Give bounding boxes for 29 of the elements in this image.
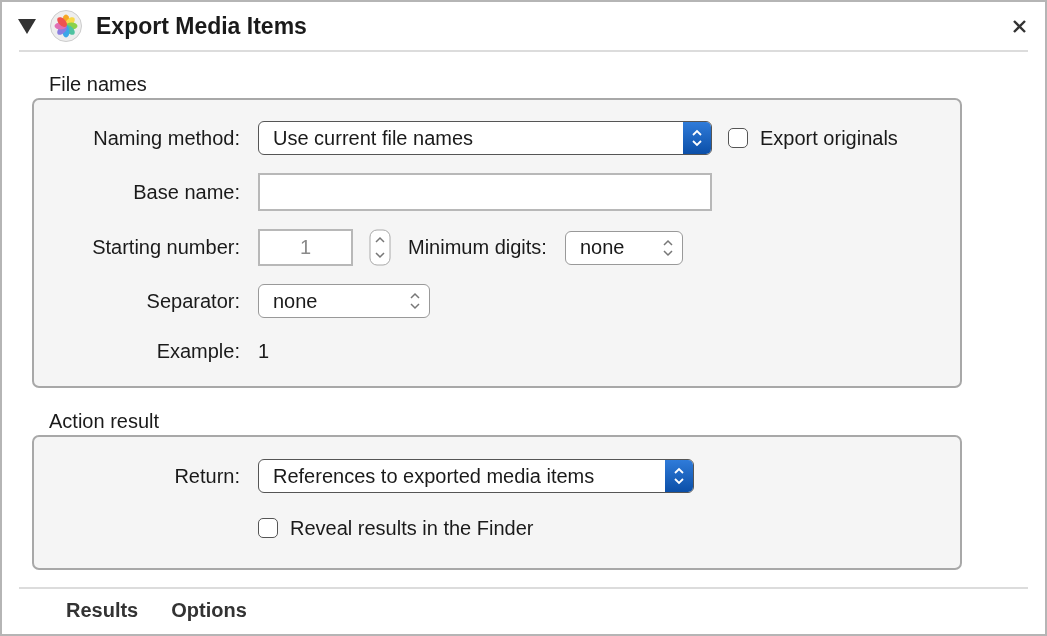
footer-tab[interactable]: Results — [66, 599, 139, 622]
action-title: Export Media Items — [96, 12, 307, 40]
checkbox-label: Reveal results in the Finder — [290, 516, 534, 540]
footer-tab[interactable]: Options — [171, 599, 247, 622]
up-down-arrows-icon — [674, 467, 684, 485]
field-label: Return: — [173, 464, 240, 488]
return-popup[interactable]: References to exported media items — [258, 459, 694, 493]
disclosure-triangle-icon[interactable] — [18, 18, 36, 34]
up-down-arrows-icon — [662, 238, 673, 257]
base-name-field[interactable] — [258, 173, 712, 211]
field-label: Starting number: — [91, 236, 240, 259]
field-label: Naming method: — [92, 126, 240, 150]
field-label: Minimum digits: — [408, 236, 547, 259]
field-label: Base name: — [132, 180, 240, 204]
checkbox[interactable] — [728, 128, 748, 148]
separator-popup[interactable]: none — [258, 284, 430, 318]
section-heading: File names — [49, 73, 148, 96]
flower-icon — [50, 10, 82, 42]
field-label: Separator: — [145, 289, 240, 313]
close-icon[interactable] — [1013, 19, 1026, 33]
up-down-arrows-icon — [692, 129, 702, 147]
example-value: 1 — [258, 339, 270, 363]
up-down-arrows-icon — [410, 292, 420, 310]
naming-method-popup[interactable]: Use current file names — [258, 121, 712, 155]
minimum-digits-popup[interactable]: none — [564, 230, 683, 265]
section-heading: Action result — [49, 410, 161, 433]
field-label: Example: — [155, 339, 240, 363]
checkbox[interactable] — [258, 518, 278, 538]
checkbox-label: Export originals — [760, 126, 898, 150]
